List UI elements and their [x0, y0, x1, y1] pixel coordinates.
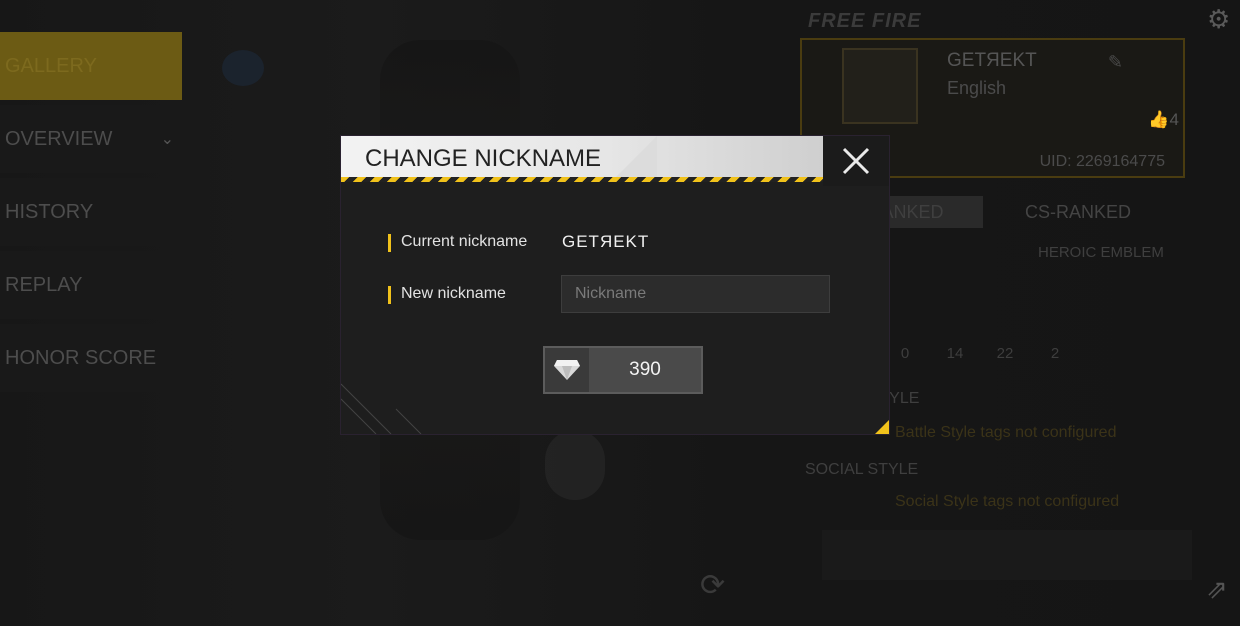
menu-item-label: OVERVIEW	[5, 127, 113, 150]
thumbs-up-icon: 👍	[1148, 110, 1170, 129]
profile-language: English	[947, 78, 1007, 98]
hazard-stripe	[341, 177, 823, 182]
battle-style-note: Battle Style tags not configured	[895, 424, 1117, 441]
social-style-note: Social Style tags not configured	[895, 493, 1120, 510]
corner-decoration	[875, 420, 889, 434]
share-icon[interactable]: ⇗	[1206, 574, 1228, 605]
close-button[interactable]	[823, 136, 889, 186]
menu-item-label: HISTORY	[5, 200, 94, 223]
menu-item-gallery[interactable]: GALLERY	[0, 32, 182, 100]
left-menu: GALLERY OVERVIEW ⌄ HISTORY REPLAY HONOR S…	[0, 32, 182, 397]
tab-cs-ranked[interactable]: CS-RANKED	[998, 196, 1158, 228]
stat-value: 22	[996, 345, 1014, 362]
chevron-down-icon: ⌄	[160, 131, 174, 148]
like-count-value: 4	[1169, 110, 1179, 129]
diamond-icon	[545, 348, 589, 392]
current-nickname-value: GETЯEKT	[562, 232, 650, 251]
new-nickname-label: New nickname	[388, 285, 506, 304]
social-style-title: SOCIAL STYLE	[805, 461, 919, 478]
current-nickname-label: Current nickname	[388, 233, 527, 252]
stat-value: 0	[900, 345, 910, 362]
dialog-decoration	[341, 383, 422, 434]
change-nickname-dialog: CHANGE NICKNAME Current nickname GETЯEKT…	[341, 136, 889, 434]
rank-badge-icon	[222, 50, 264, 86]
edit-icon[interactable]: ✎	[1108, 52, 1123, 73]
social-style-box[interactable]	[822, 530, 1192, 580]
menu-item-history[interactable]: HISTORY	[0, 178, 182, 246]
gear-icon[interactable]: ⚙	[1207, 4, 1230, 35]
menu-item-replay[interactable]: REPLAY	[0, 251, 182, 319]
uid-label: UID: 2269164775	[1039, 153, 1165, 170]
menu-item-honor-score[interactable]: HONOR SCORE	[0, 324, 182, 392]
header-decoration	[611, 136, 657, 182]
dialog-header: CHANGE NICKNAME	[341, 136, 823, 182]
stat-value: 14	[946, 345, 964, 362]
price-value: 390	[629, 359, 661, 380]
pet-model	[545, 430, 605, 500]
menu-item-label: GALLERY	[5, 54, 97, 77]
stat-value: 2	[1050, 345, 1060, 362]
new-nickname-input[interactable]	[561, 275, 830, 313]
menu-item-label: REPLAY	[5, 273, 83, 296]
game-logo: FREE FIRE	[808, 10, 922, 32]
dialog-title: CHANGE NICKNAME	[365, 145, 602, 172]
close-icon	[842, 147, 870, 175]
menu-item-overview[interactable]: OVERVIEW ⌄	[0, 105, 182, 173]
heroic-emblem-label: HEROIC EMBLEM	[1038, 244, 1164, 261]
avatar[interactable]	[842, 48, 918, 124]
profile-name: GETЯEKT	[947, 50, 1037, 71]
like-count[interactable]: 👍4	[1148, 110, 1179, 130]
menu-item-label: HONOR SCORE	[5, 346, 157, 369]
purchase-button[interactable]: 390	[543, 346, 703, 394]
rotate-icon[interactable]: ⟳	[700, 568, 736, 604]
